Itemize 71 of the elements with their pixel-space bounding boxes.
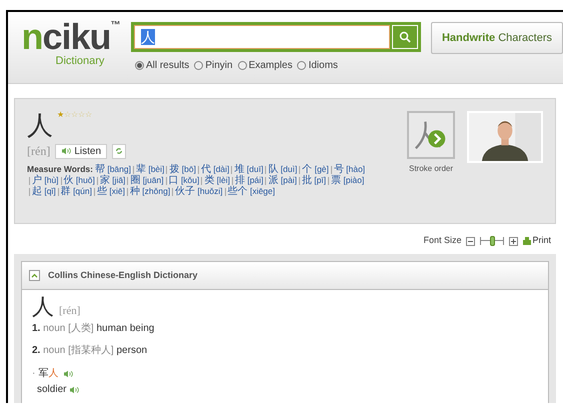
measure-word-link[interactable]: 排 [pái] (234, 175, 264, 185)
measure-word-link[interactable]: 票 [piào] (331, 175, 364, 185)
refresh-button[interactable] (112, 144, 126, 158)
plus-icon (511, 238, 516, 244)
pinyin: [rén] (27, 143, 50, 160)
logo-subtitle: Dictionary (56, 55, 104, 67)
headword: 人 (27, 111, 53, 139)
bullet: · (32, 367, 36, 381)
decrease-button[interactable] (466, 236, 476, 246)
measure-word-link[interactable]: 类 [lèi] (204, 175, 230, 185)
pinyin: [rén] (59, 304, 80, 318)
measure-word-link[interactable]: 群 [qún] (60, 186, 92, 196)
slider-thumb[interactable] (490, 236, 496, 246)
definition: 1. noun [人类] human being (32, 322, 156, 336)
search-icon (398, 31, 411, 43)
collapse-toggle[interactable] (29, 270, 40, 281)
trademark: ™ (110, 19, 120, 33)
measure-word-link[interactable]: 种 [zhǒng] (130, 186, 170, 196)
measure-word-link[interactable]: 号 [hào] (334, 164, 366, 174)
measure-word-link[interactable]: 些 [xiē] (96, 186, 125, 196)
stroke-order-button[interactable] (407, 111, 455, 159)
radio-option[interactable]: Examples (238, 58, 292, 73)
measure-word-link[interactable]: 堆 [duī] (234, 164, 264, 174)
search-button[interactable] (392, 25, 418, 49)
measure-word-link[interactable]: 些个 [xiēge] (228, 186, 275, 196)
measure-word-link[interactable]: 批 [pī] (302, 175, 326, 185)
measure-word-link[interactable]: 辈 [bèi] (136, 164, 164, 174)
measure-word-link[interactable]: 伙 [huǒ] (64, 175, 95, 185)
star-icon: ★ (57, 111, 64, 119)
measure-word-link[interactable]: 家 [jiā] (100, 175, 126, 185)
refresh-icon (115, 147, 124, 155)
headword: 人 (32, 295, 54, 319)
star-icon: ☆ (78, 111, 85, 119)
section-title: Collins Chinese-English Dictionary (48, 268, 198, 282)
measure-word-link[interactable]: 帮 [bāng] (94, 164, 131, 174)
speaker-icon[interactable] (69, 386, 80, 394)
measure-word-link[interactable]: 伙子 [huǒzi] (175, 186, 223, 196)
increase-button[interactable] (509, 236, 518, 246)
star-icon: ☆ (85, 111, 92, 119)
handwrite-button[interactable]: Handwrite Characters (430, 22, 563, 54)
print-link[interactable]: Print (523, 234, 551, 248)
printer-icon (523, 237, 532, 245)
measure-word-link[interactable]: 拨 [bō] (169, 164, 196, 174)
speaker-icon[interactable] (61, 147, 72, 155)
measure-word-link[interactable]: 户 [hù] (32, 175, 59, 185)
measure-word-link[interactable]: 队 [duì] (268, 164, 298, 174)
measure-word-link[interactable]: 派 [pài] (268, 175, 297, 185)
font-size-label: Font Size (423, 234, 462, 248)
measure-word-link[interactable]: 起 [qǐ] (32, 186, 56, 196)
star-icon: ☆ (64, 111, 71, 119)
radio-option[interactable]: Idioms (297, 58, 338, 73)
measure-word-link[interactable]: 口 [kǒu] (168, 175, 200, 185)
radio-option[interactable]: Pinyin (194, 58, 233, 73)
speaker-icon[interactable] (63, 370, 74, 378)
star-icon: ☆ (71, 111, 78, 119)
radio-option[interactable]: All results (134, 58, 190, 73)
stroke-order-label: Stroke order (408, 163, 454, 175)
logo[interactable]: nciku (21, 19, 110, 55)
measure-word-link[interactable]: 圈 [juān] (130, 175, 164, 185)
font-size-slider[interactable] (480, 237, 504, 245)
measure-word-link[interactable]: 代 [dài] (200, 164, 230, 174)
caret-up-icon (31, 273, 38, 278)
search-text: 人 (140, 29, 155, 45)
example-translation: soldier (37, 383, 66, 397)
definition: 2. noun [指某种人] person (32, 344, 148, 358)
minus-icon (468, 238, 474, 244)
example-phrase: 军人 (38, 367, 58, 381)
measure-words-label: Measure Words: (27, 164, 93, 174)
listen-button[interactable]: Listen (55, 144, 108, 158)
measure-word-link[interactable]: 个 [gè] (302, 164, 329, 174)
search-field[interactable]: 人 (134, 25, 390, 49)
